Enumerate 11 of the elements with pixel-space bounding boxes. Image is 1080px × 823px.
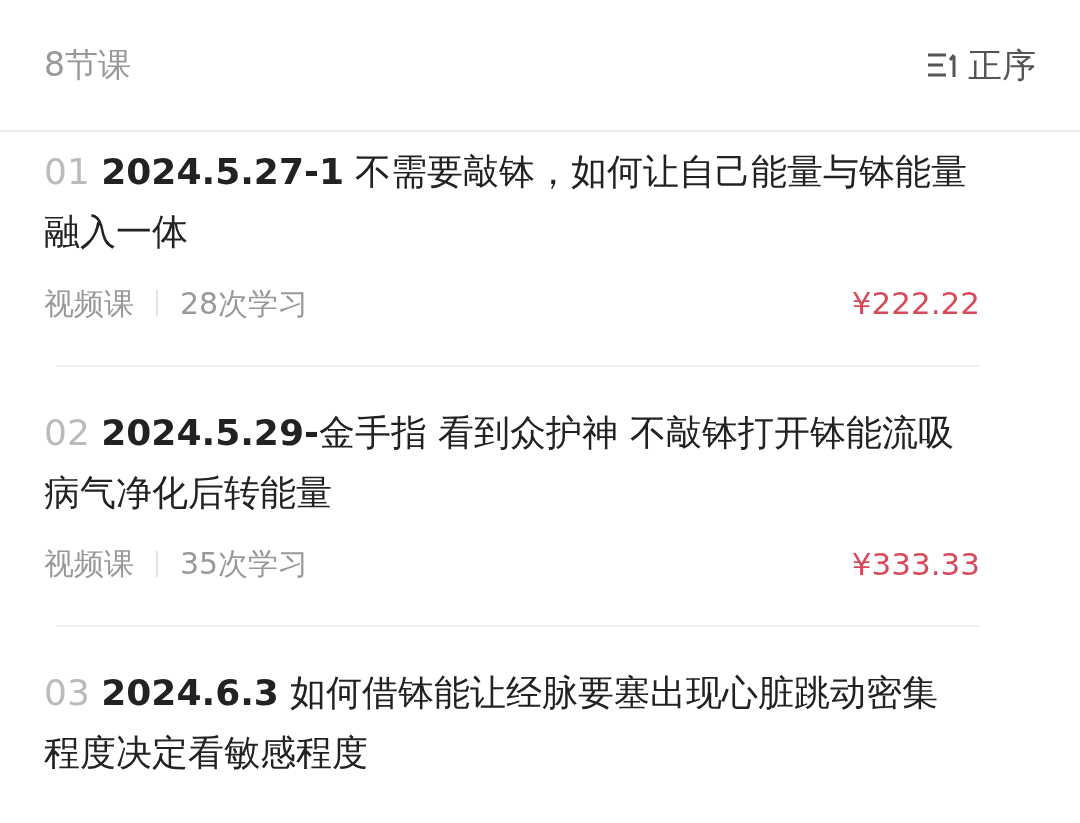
lesson-type: 视频课 — [44, 284, 134, 323]
price: ¥333.33 — [851, 544, 980, 584]
lesson-title[interactable]: 02 2024.5.29-金手指 看到众护神 不敲钵打开钵能流吸病气净化后转能量 — [44, 402, 974, 523]
lesson-title[interactable]: 03 2024.6.3 如何借钵能让经脉要塞出现心脏跳动密集程度决定看敏感程度 — [44, 663, 974, 783]
price: ¥222.22 — [851, 284, 980, 323]
lesson-count: 8节课 — [44, 44, 131, 87]
lesson-title[interactable]: 01 2024.5.27-1 不需要敲钵，如何让自己能量与钵能量融入一体 — [44, 142, 974, 262]
study-count: 28次学习 — [180, 284, 309, 323]
lesson-type: 视频课 — [44, 545, 134, 584]
sort-button[interactable]: 正序 — [926, 39, 1036, 91]
study-count: 35次学习 — [180, 545, 309, 584]
